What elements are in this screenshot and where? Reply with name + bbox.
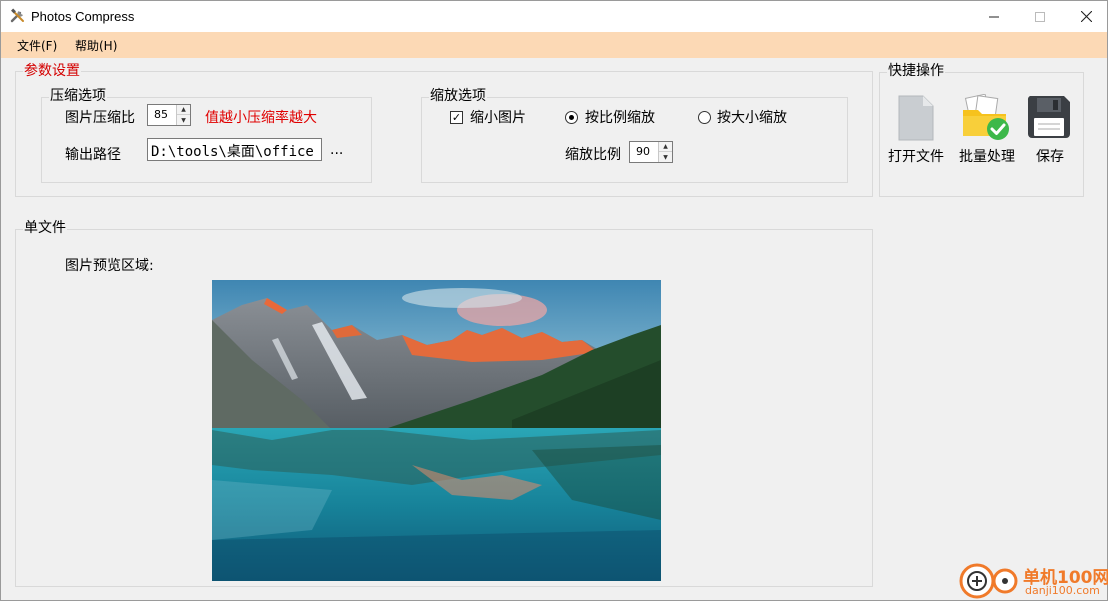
danji100-logo-icon — [959, 563, 1018, 599]
menu-file[interactable]: 文件(F) — [17, 37, 57, 54]
scale-by-ratio-radio[interactable] — [565, 111, 578, 124]
scale-legend: 缩放选项 — [429, 88, 487, 104]
mountain-lake-photo — [212, 280, 661, 581]
batch-process-button[interactable]: 批量处理 — [956, 94, 1018, 174]
scale-ratio-value: 90 — [636, 145, 650, 158]
browse-button[interactable]: ... — [330, 141, 343, 159]
compress-ratio-label: 图片压缩比 — [65, 110, 135, 126]
minimize-icon — [989, 16, 999, 17]
output-path-input[interactable]: D:\tools\桌面\office — [147, 138, 322, 161]
save-button[interactable]: 保存 — [1019, 94, 1081, 174]
preview-label: 图片预览区域: — [65, 258, 154, 274]
shrink-label[interactable]: 缩小图片 — [470, 109, 526, 127]
open-file-button[interactable]: 打开文件 — [885, 94, 947, 174]
title-bar: Photos Compress — [1, 1, 1107, 32]
danji100-watermark: 单机100网 danji100.com — [959, 561, 1108, 601]
batch-folder-icon — [963, 94, 1009, 140]
preview-image — [212, 280, 661, 581]
app-window: Photos Compress 文件(F) 帮助(H) 参数设置 压缩选项 图片… — [0, 0, 1108, 601]
chevron-up-icon[interactable]: ▲ — [659, 142, 672, 152]
watermark-domain: danji100.com — [1025, 584, 1100, 597]
single-file-legend: 单文件 — [23, 220, 67, 236]
params-legend: 参数设置 — [23, 63, 81, 79]
file-icon — [898, 95, 934, 141]
scale-by-ratio-label[interactable]: 按比例缩放 — [585, 109, 655, 127]
shrink-checkbox[interactable]: ✓ — [450, 111, 463, 124]
close-icon — [1080, 11, 1092, 22]
scale-ratio-stepper[interactable]: 90 ▲ ▼ — [629, 141, 673, 163]
compress-ratio-value: 85 — [154, 108, 168, 121]
compress-ratio-stepper[interactable]: 85 ▲ ▼ — [147, 104, 191, 126]
maximize-button[interactable] — [1017, 1, 1063, 32]
window-title: Photos Compress — [31, 9, 135, 24]
open-file-label: 打开文件 — [888, 149, 944, 165]
chevron-up-icon[interactable]: ▲ — [177, 105, 190, 115]
scale-ratio-label: 缩放比例 — [565, 147, 621, 163]
output-path-label: 输出路径 — [65, 147, 121, 163]
close-button[interactable] — [1063, 1, 1108, 32]
menu-help[interactable]: 帮助(H) — [75, 37, 117, 54]
menu-bar: 文件(F) 帮助(H) — [1, 32, 1107, 58]
stepper-arrows[interactable]: ▲ ▼ — [176, 105, 190, 125]
batch-process-label: 批量处理 — [959, 149, 1015, 165]
scale-by-size-label[interactable]: 按大小缩放 — [717, 109, 787, 127]
chevron-down-icon[interactable]: ▼ — [659, 152, 672, 162]
save-label: 保存 — [1036, 149, 1064, 165]
floppy-disk-icon — [1027, 96, 1070, 138]
compress-legend: 压缩选项 — [49, 88, 107, 104]
stepper-arrows[interactable]: ▲ ▼ — [658, 142, 672, 162]
chevron-down-icon[interactable]: ▼ — [177, 115, 190, 125]
maximize-icon — [1035, 11, 1045, 22]
minimize-button[interactable] — [971, 1, 1017, 32]
compress-hint: 值越小压缩率越大 — [205, 110, 317, 126]
scale-by-size-radio[interactable] — [698, 111, 711, 124]
quick-actions-legend: 快捷操作 — [887, 63, 945, 79]
tools-icon — [10, 8, 26, 24]
